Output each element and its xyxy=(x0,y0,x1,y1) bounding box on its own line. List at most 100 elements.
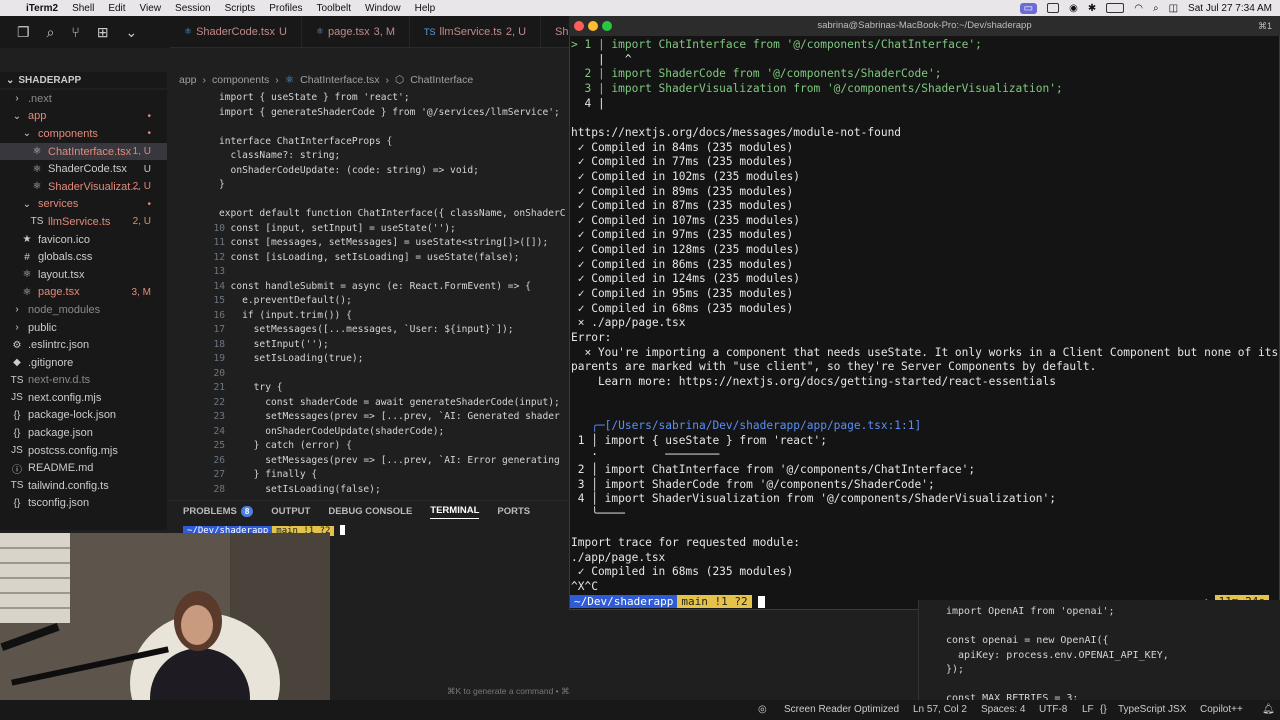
tab-shadercode[interactable]: ⚛ ShaderCode.tsx U xyxy=(170,16,302,47)
terminal-line: ✓ Compiled in 87ms (235 modules) xyxy=(571,199,794,213)
status-encoding[interactable]: UTF-8 xyxy=(1039,704,1067,715)
terminal-line: ✓ Compiled in 86ms (235 modules) xyxy=(571,257,794,271)
tree-item[interactable]: ◆ .gitignore xyxy=(0,354,167,372)
tree-item[interactable]: ⌄ components • xyxy=(0,125,167,143)
status-spaces[interactable]: Spaces: 4 xyxy=(981,704,1025,715)
bluetooth-icon[interactable]: ✱ xyxy=(1088,3,1096,14)
tree-item[interactable]: # globals.css xyxy=(0,248,167,266)
menu-view[interactable]: View xyxy=(140,3,162,14)
search-icon[interactable]: ⌕ xyxy=(1153,3,1159,14)
tab-ports[interactable]: PORTS xyxy=(497,506,530,517)
status-screen-reader[interactable]: Screen Reader Optimized xyxy=(784,704,899,715)
close-icon[interactable] xyxy=(574,21,584,31)
file-icon: › xyxy=(15,304,19,316)
tab-page[interactable]: ⚛ page.tsx 3, M xyxy=(302,16,410,47)
menu-help[interactable]: Help xyxy=(415,3,436,14)
braces-icon: {} xyxy=(1100,704,1107,715)
line-number: 27 xyxy=(213,469,225,480)
tree-item[interactable]: TS tailwind.config.ts xyxy=(0,477,167,495)
code-line: import { useState } from 'react'; xyxy=(219,92,410,103)
breadcrumb-item[interactable]: ChatInterface.tsx xyxy=(300,74,379,86)
tab-badge: 3, M xyxy=(373,25,395,38)
tree-item[interactable]: › public xyxy=(0,319,167,337)
tree-item[interactable]: ⚛ ShaderCode.tsx U xyxy=(0,160,167,178)
file-icon: › xyxy=(15,322,19,334)
menu-window[interactable]: Window xyxy=(365,3,401,14)
iterm-output[interactable]: > 1 | import ChatInterface from '@/compo… xyxy=(571,38,1278,610)
tree-item-label: .next xyxy=(28,92,52,105)
tree-item[interactable]: TS next-env.d.ts xyxy=(0,372,167,390)
minimize-icon[interactable] xyxy=(588,21,598,31)
shortcut-label: ⌘1 xyxy=(1257,21,1272,31)
menu-scripts[interactable]: Scripts xyxy=(225,3,256,14)
tree-item[interactable]: ⚛ page.tsx 3, M xyxy=(0,284,167,302)
tree-item[interactable]: › .next xyxy=(0,90,167,108)
breadcrumb-item[interactable]: ChatInterface xyxy=(410,74,473,86)
control-center-icon[interactable]: ◫ xyxy=(1169,3,1178,14)
screen-reader-icon[interactable]: ◎ xyxy=(758,704,767,715)
tree-item[interactable]: {} package.json xyxy=(0,424,167,442)
tree-item[interactable]: {} package-lock.json xyxy=(0,407,167,425)
tree-item-status: 1, U xyxy=(132,146,151,158)
terminal-line: · ──────── xyxy=(571,448,720,462)
tree-item[interactable]: ⓘ README.md xyxy=(0,459,167,477)
status-bar: ◎ Screen Reader Optimized Ln 57, Col 2 S… xyxy=(0,700,1280,720)
status-language[interactable]: TypeScript JSX xyxy=(1118,704,1186,715)
editor-background xyxy=(570,610,918,700)
files-icon[interactable]: ❐ xyxy=(17,24,30,41)
tab-debug-console[interactable]: DEBUG CONSOLE xyxy=(328,506,412,517)
tree-item[interactable]: ★ favicon.ico xyxy=(0,231,167,249)
tree-item[interactable]: ⌄ app • xyxy=(0,108,167,126)
tree-item[interactable]: › node_modules xyxy=(0,301,167,319)
tree-item[interactable]: ⚛ layout.tsx xyxy=(0,266,167,284)
tree-item[interactable]: ⚛ ChatInterface.tsx 1, U xyxy=(0,142,167,161)
tab-output[interactable]: OUTPUT xyxy=(271,506,310,517)
tree-item[interactable]: {} tsconfig.json xyxy=(0,495,167,513)
code-editor[interactable]: import { useState } from 'react'; import … xyxy=(167,88,570,496)
tree-item[interactable]: ⌄ services • xyxy=(0,196,167,214)
tree-item-status: 2, U xyxy=(132,216,151,228)
tree-item[interactable]: ⚙ .eslintrc.json xyxy=(0,336,167,354)
menu-shell[interactable]: Shell xyxy=(72,3,94,14)
menu-edit[interactable]: Edit xyxy=(108,3,125,14)
menu-toolbelt[interactable]: Toolbelt xyxy=(317,3,351,14)
terminal-cursor xyxy=(758,596,766,608)
status-eol[interactable]: LF xyxy=(1082,704,1094,715)
explorer-header[interactable]: ⌄ SHADERAPP xyxy=(0,72,167,88)
file-icon: ⚛ xyxy=(22,286,32,298)
battery-icon[interactable] xyxy=(1106,3,1125,13)
tab-llmservice[interactable]: TS llmService.ts 2, U xyxy=(410,16,542,47)
window-icon[interactable] xyxy=(1047,3,1060,13)
menu-iterm2[interactable]: iTerm2 xyxy=(26,3,58,14)
breadcrumb-item[interactable]: app xyxy=(179,74,197,86)
llmservice-editor-fragment[interactable]: import OpenAI from 'openai'; const openai… xyxy=(918,600,1280,704)
line-number: 26 xyxy=(213,454,225,466)
bell-icon[interactable]: 🔔︎ xyxy=(1262,704,1275,715)
search-icon[interactable]: ⌕ xyxy=(47,24,55,41)
source-control-icon[interactable]: ⑂ xyxy=(71,24,79,40)
wifi-icon[interactable]: ◠ xyxy=(1134,3,1143,14)
maximize-icon[interactable] xyxy=(602,21,612,31)
extensions-icon[interactable]: ⊞ xyxy=(97,24,109,41)
status-copilot[interactable]: Copilot++ xyxy=(1200,704,1243,715)
code-line: const shaderCode = await generateShaderC… xyxy=(219,396,560,408)
status-position[interactable]: Ln 57, Col 2 xyxy=(913,704,967,715)
tree-item[interactable]: JS next.config.mjs xyxy=(0,389,167,407)
screen-share-icon[interactable]: ▭ xyxy=(1019,2,1038,14)
tree-item[interactable]: ⚛ ShaderVisualizat... 2, U xyxy=(0,178,167,196)
menu-profiles[interactable]: Profiles xyxy=(269,3,302,14)
record-icon[interactable]: ◉ xyxy=(1069,3,1078,14)
tab-problems[interactable]: PROBLEMS 8 xyxy=(183,506,254,517)
iterm-titlebar: sabrina@Sabrinas-MacBook-Pro:~/Dev/shade… xyxy=(569,16,1280,36)
tab-terminal[interactable]: TERMINAL xyxy=(430,505,480,519)
problems-count: 8 xyxy=(240,506,254,517)
menubar-datetime[interactable]: Sat Jul 27 7:34 AM xyxy=(1188,3,1272,14)
tree-item[interactable]: JS postcss.config.mjs xyxy=(0,442,167,460)
chevron-down-icon: ⌄ xyxy=(6,74,15,86)
file-icon: ⚛ xyxy=(22,269,32,281)
chevron-down-icon[interactable]: ⌄ xyxy=(126,24,138,41)
tree-item[interactable]: TS llmService.ts 2, U xyxy=(0,213,167,231)
menu-session[interactable]: Session xyxy=(175,3,211,14)
breadcrumb-item[interactable]: components xyxy=(212,74,269,86)
file-icon: {} xyxy=(13,497,21,509)
